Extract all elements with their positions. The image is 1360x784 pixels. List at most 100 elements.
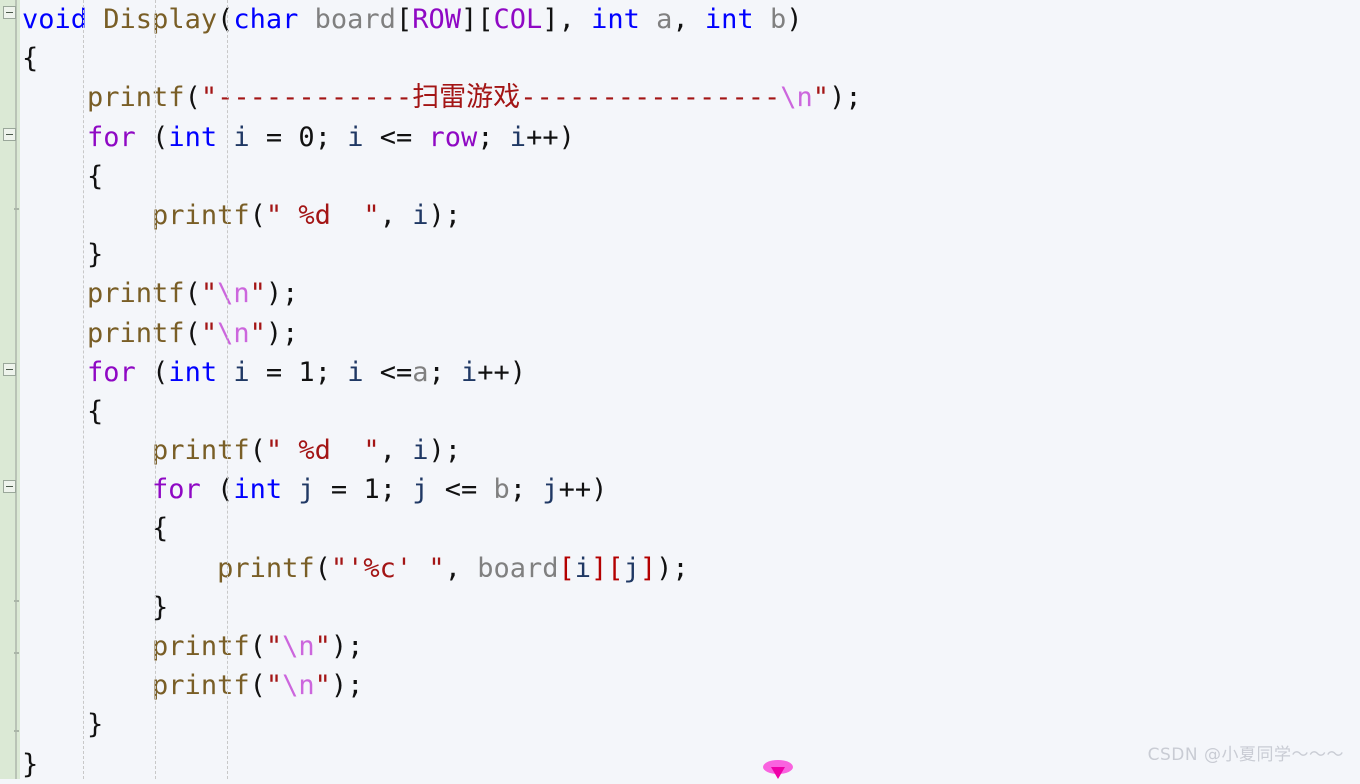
code-token-dash: ---------------- <box>520 82 781 114</box>
code-token-punct <box>754 4 770 35</box>
fold-toggle-line-5[interactable] <box>3 128 16 141</box>
code-line[interactable]: { <box>20 157 862 196</box>
code-line[interactable]: printf("------------扫雷游戏----------------… <box>20 78 862 117</box>
code-token-punct: ) <box>656 552 673 584</box>
code-token-str: " <box>314 631 331 662</box>
code-line[interactable]: for (int j = 1; j <= b; j++) <box>20 470 862 509</box>
code-token-macro: ROW <box>412 4 461 35</box>
code-token-macro: COL <box>493 4 543 35</box>
code-token-fn: printf <box>217 552 315 584</box>
code-token-punct: ] <box>542 4 559 35</box>
code-token-esc: \n <box>282 631 315 662</box>
code-line[interactable]: printf(" %d ", i); <box>20 431 862 470</box>
code-token-str: "' <box>330 552 364 584</box>
code-token-kw: int <box>168 121 218 153</box>
gutter-rail <box>15 0 17 779</box>
code-token-punct: ) <box>428 435 445 467</box>
code-token-str: " <box>249 317 266 349</box>
code-token-punct: <= <box>363 121 429 153</box>
code-token-str: " <box>265 199 299 231</box>
fold-gutter[interactable] <box>0 0 20 779</box>
code-token-punct: ; <box>347 631 364 662</box>
code-token-kwctl: for <box>87 356 136 388</box>
code-token-punct: ; <box>845 82 862 114</box>
code-token-ident: i <box>233 356 250 388</box>
code-token-punct: , <box>379 435 413 467</box>
code-line[interactable]: printf("\n"); <box>20 274 862 313</box>
fold-toggle-line-14[interactable] <box>3 480 16 493</box>
code-line[interactable]: printf("'%c' ", board[i][j]); <box>20 549 862 588</box>
code-token-punct: ; <box>282 317 299 349</box>
code-token-str: ' " <box>395 552 445 584</box>
code-token-ident: i <box>461 356 478 388</box>
code-line[interactable]: printf("\n"); <box>20 666 862 705</box>
code-line[interactable]: { <box>20 39 862 78</box>
code-line[interactable]: printf("\n"); <box>20 627 862 666</box>
code-line[interactable]: void Display(char board[ROW][COL], int a… <box>20 0 862 39</box>
code-token-punct <box>282 474 298 505</box>
code-line[interactable]: { <box>20 509 862 548</box>
code-line[interactable]: { <box>20 392 862 431</box>
code-token-kw: int <box>233 474 283 506</box>
code-line[interactable]: printf(" %d ", i); <box>20 196 862 235</box>
code-token-punct: = <box>249 121 299 153</box>
code-token-str: " <box>200 317 218 349</box>
code-token-brk: [ <box>607 552 624 584</box>
fold-toggle-line-11[interactable] <box>3 363 16 376</box>
code-token-num: 1 <box>363 474 380 506</box>
code-token-punct: [ <box>477 4 494 35</box>
code-token-str: " <box>200 278 218 310</box>
code-token-esc: \n <box>217 317 250 349</box>
code-token-var: board <box>314 4 396 35</box>
code-token-punct: ( <box>135 121 169 153</box>
code-token-punct: ) <box>829 82 846 114</box>
code-token-punct <box>217 357 233 388</box>
code-line[interactable]: printf("\n"); <box>20 314 862 353</box>
code-token-str: " <box>200 82 218 114</box>
code-token-punct: ) <box>265 317 283 349</box>
code-line[interactable]: } <box>20 705 862 744</box>
code-token-esc: \n <box>282 670 315 702</box>
code-line[interactable]: for (int i = 0; i <= row; i++) <box>20 118 862 157</box>
gutter-nub-3 <box>14 730 19 732</box>
code-token-dash: ------------ <box>217 82 413 114</box>
code-token-punct: , <box>379 199 413 231</box>
code-token-fn: printf <box>87 317 185 349</box>
code-token-punct: ; <box>672 552 689 584</box>
code-line[interactable]: } <box>20 745 862 784</box>
code-token-kw: int <box>591 4 640 35</box>
gutter-nub-0 <box>14 208 19 210</box>
code-token-punct: ; <box>314 121 348 153</box>
code-token-str: %c <box>363 552 396 584</box>
code-token-kw: void <box>22 4 88 35</box>
code-token-str: " <box>330 199 380 231</box>
code-token-str: %d <box>298 199 331 231</box>
code-token-num: 0 <box>298 121 315 153</box>
fold-toggle-line-1[interactable] <box>3 6 16 19</box>
code-token-ident: i <box>347 121 364 153</box>
code-line[interactable]: for (int i = 1; i <=a; i++) <box>20 353 862 392</box>
code-text[interactable]: void Display(char board[ROW][COL], int a… <box>20 0 862 784</box>
code-token-fn: printf <box>152 199 250 231</box>
code-token-ident: i <box>574 552 592 584</box>
code-token-punct: ; <box>282 278 299 310</box>
code-surface[interactable]: void Display(char board[ROW][COL], int a… <box>20 0 1360 780</box>
csdn-watermark: CSDN @小夏同学～～～ <box>1147 745 1344 765</box>
code-line[interactable]: } <box>20 235 862 274</box>
code-token-punct <box>298 4 314 35</box>
code-token-str: " <box>330 435 380 467</box>
code-token-punct: ; <box>428 356 462 388</box>
code-line[interactable]: } <box>20 588 862 627</box>
code-token-punct: ( <box>249 435 266 467</box>
code-token-ident: i <box>412 199 429 231</box>
code-token-punct: } <box>87 709 104 741</box>
code-token-brk: [ <box>558 552 575 584</box>
